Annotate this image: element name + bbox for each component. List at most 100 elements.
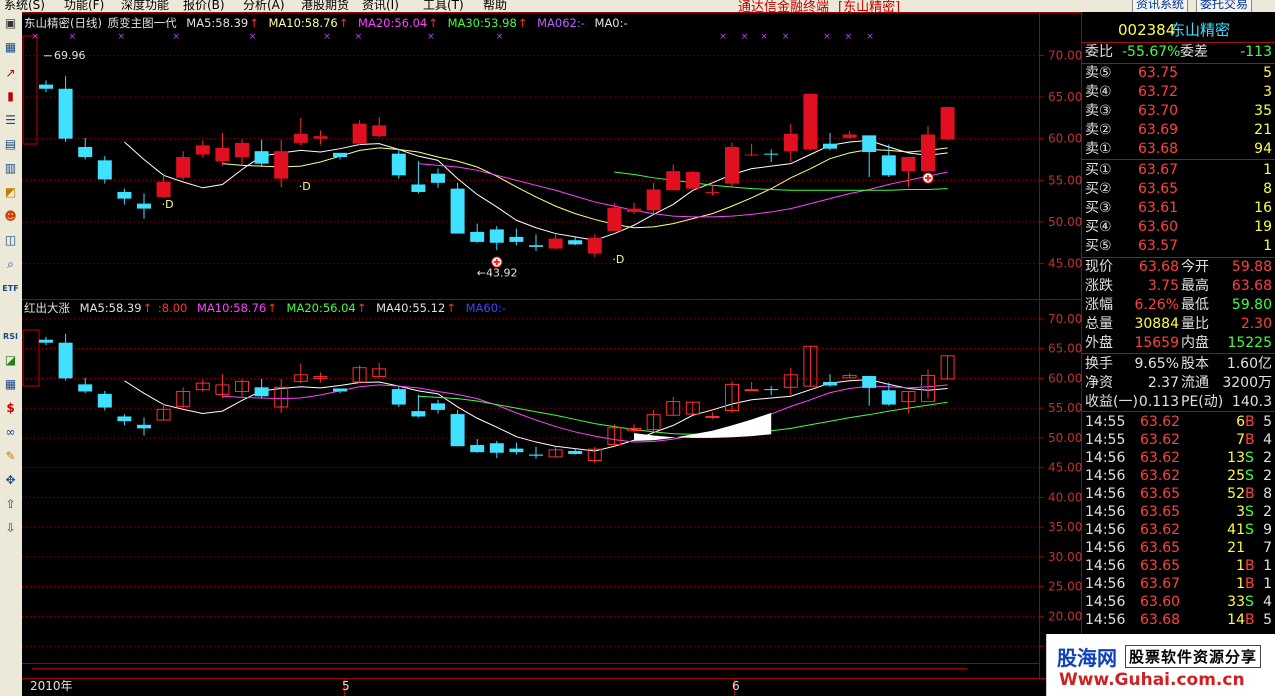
tick-row-cell: 1 <box>1236 576 1245 592</box>
tick-row-cell: B <box>1245 612 1255 628</box>
tick-row-cell: 14:56 <box>1085 522 1126 538</box>
fund-icon[interactable]: ◫ <box>2 232 19 249</box>
tick-row-cell: 25 <box>1227 468 1245 484</box>
menu-help[interactable]: 帮助 <box>483 0 507 12</box>
watermark-url: Www.Guhai.com.cn <box>1059 670 1245 690</box>
tick-row-cell: 14:55 <box>1085 414 1126 430</box>
tick-row-cell: S <box>1245 450 1254 466</box>
stat-row: 总量 30884 量比 2.30 <box>1082 315 1275 334</box>
panel-icon[interactable]: ▦ <box>2 376 19 393</box>
fund-row-cell: 收益(一) <box>1085 394 1138 410</box>
signal-star: × <box>323 32 331 42</box>
bid-row-cell: 买③ <box>1085 200 1112 216</box>
list-icon[interactable]: ▤ <box>2 136 19 153</box>
market-icon[interactable]: ◪ <box>2 352 19 369</box>
candle <box>450 182 465 234</box>
left-toolbar: ▣ ▦ ↗ ▮ ☰ ▤ ▥ ◩ ☻ ◫ ⌕ ETF RSI ◪ ▦ $ ∞ ✎ … <box>0 12 23 696</box>
tick-row-cell: 14:56 <box>1085 504 1126 520</box>
bid-row-cell: 63.67 <box>1138 162 1179 178</box>
menu-function[interactable]: 功能(F) <box>64 0 104 12</box>
stock-name: 东山精密 <box>1170 21 1231 39</box>
dollar-icon[interactable]: $ <box>2 400 19 417</box>
menu-info[interactable]: 资讯(I) <box>362 0 399 12</box>
signal-star: × <box>427 32 435 42</box>
date-label-start: 2010年 <box>30 679 73 693</box>
sub-ma20-value: MA20:56.04 <box>287 301 356 315</box>
tick-row-cell: S <box>1245 594 1254 610</box>
etf-icon[interactable]: ETF <box>2 280 19 297</box>
d-signal-label: ·D <box>162 198 174 211</box>
buy-signal-icon <box>922 172 934 184</box>
table-icon[interactable]: ☰ <box>2 112 19 129</box>
y-tick-label: 70.00 <box>1048 48 1082 62</box>
sub-candle <box>450 409 465 447</box>
line-chart-icon[interactable]: ↗ <box>2 65 19 82</box>
menu-deep-function[interactable]: 深度功能 <box>121 0 169 12</box>
signal-star: × <box>866 32 874 42</box>
watermark-brand: 股海网 <box>1057 646 1117 670</box>
y-tick-label: 65.00 <box>1048 342 1082 356</box>
tick-row-cell: 63.65 <box>1140 558 1181 574</box>
bid-row-cell: 16 <box>1254 200 1272 216</box>
bid-row: 买⑤ 63.57 1 <box>1082 237 1275 256</box>
ask-row: 卖⑤ 63.75 5 <box>1082 64 1275 83</box>
bid-row-cell: 买④ <box>1085 219 1112 235</box>
tick-row-cell: 63.65 <box>1140 504 1181 520</box>
tick-row-cell: 63.65 <box>1140 486 1181 502</box>
info-system-button[interactable]: 资讯系统 <box>1132 0 1189 12</box>
kline-icon[interactable]: ▮ <box>2 88 19 105</box>
link-icon[interactable]: ∞ <box>2 424 19 441</box>
stat-row-cell: 最低 <box>1181 297 1209 313</box>
ma10-value: MA10:58.76 <box>269 16 338 30</box>
ask-row-cell: 卖⑤ <box>1085 65 1112 81</box>
kline-chart[interactable]: 70.00 65.00 60.00 55.00 50.00 45.00 70.00 65.0… <box>22 12 1082 696</box>
y-tick-label: 50.00 <box>1048 215 1082 229</box>
y-tick-label: 25.00 <box>1048 580 1082 594</box>
rsi-icon[interactable]: RSI <box>2 328 19 345</box>
signal-star: × <box>760 32 768 42</box>
tick-row-cell: 5 <box>1263 414 1272 430</box>
stat-row-cell: 63.68 <box>1138 259 1179 275</box>
trade-button[interactable]: 委托交易 <box>1196 0 1253 12</box>
tick-row-cell: 63.62 <box>1140 522 1181 538</box>
candle <box>587 234 602 257</box>
move-icon[interactable]: ✥ <box>2 472 19 489</box>
stock-header: 002384 东山精密 <box>1082 19 1275 41</box>
sector-icon[interactable]: ◩ <box>2 184 19 201</box>
pencil-icon[interactable]: ✎ <box>2 448 19 465</box>
up-arrow-icon[interactable]: ⇧ <box>2 496 19 513</box>
stat-row-cell: 内盘 <box>1181 335 1209 351</box>
menu-quote[interactable]: 报价(B) <box>183 0 225 12</box>
report-icon[interactable]: ▥ <box>2 160 19 177</box>
y-tick-label: 45.00 <box>1048 257 1082 271</box>
grid-icon[interactable]: ▦ <box>2 39 19 56</box>
tick-row-cell: 14:56 <box>1085 540 1126 556</box>
signal-star: × <box>117 32 125 42</box>
stat-row-cell: 63.68 <box>1231 278 1272 294</box>
fund-row-cell: 3200万 <box>1222 375 1272 391</box>
candle <box>803 93 818 151</box>
tick-row-cell: B <box>1245 558 1255 574</box>
d-signal-label: ·D <box>299 180 311 193</box>
stock-period-label: 东山精密(日线) <box>24 16 102 30</box>
bid-row-cell: 63.60 <box>1138 219 1179 235</box>
menu-analysis[interactable]: 分析(A) <box>243 0 285 12</box>
menu-system[interactable]: 系统(S) <box>4 0 45 12</box>
ma0-value: MA0:- <box>595 16 628 30</box>
tick-row-cell: 2 <box>1263 468 1272 484</box>
watermark-logo: 股海网 股票软件资源分享 Www.Guhai.com.cn <box>1046 634 1275 696</box>
ask-row-cell: 卖① <box>1085 141 1112 157</box>
menu-tools[interactable]: 工具(T) <box>423 0 464 12</box>
stat-row-cell: 6.26% <box>1134 297 1179 313</box>
fund-row-cell: PE(动) <box>1181 394 1224 410</box>
people-icon[interactable]: ☻ <box>2 208 19 225</box>
menu-hk-futures[interactable]: 港股期货 <box>301 0 349 12</box>
fund-row-cell: 2.37 <box>1147 375 1179 391</box>
tick-row-cell: 63.68 <box>1140 612 1181 628</box>
search-icon[interactable]: ⌕ <box>2 256 19 273</box>
down-arrow-icon[interactable]: ⇩ <box>2 520 19 537</box>
date-label-may: 5 <box>342 679 350 693</box>
ma062-value: MA062:- <box>537 16 585 30</box>
ask-row-cell: 63.69 <box>1138 122 1179 138</box>
window-icon[interactable]: ▣ <box>2 15 19 32</box>
